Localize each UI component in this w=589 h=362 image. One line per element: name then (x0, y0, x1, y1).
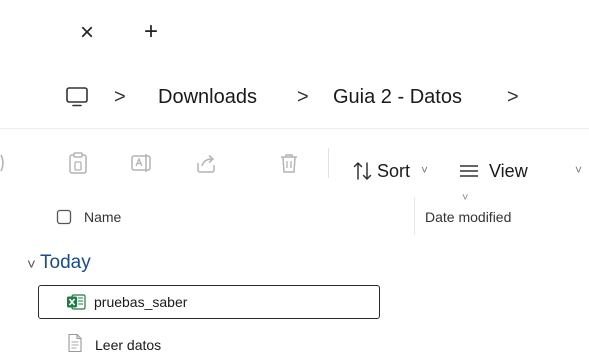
file-row-pruebas-saber[interactable]: pruebas_saber (38, 285, 380, 319)
delete-icon[interactable] (277, 151, 301, 175)
column-header-name[interactable]: Name (84, 208, 121, 226)
sort-icon[interactable] (352, 160, 374, 182)
view-button[interactable]: View (489, 160, 528, 182)
select-all-checkbox[interactable] (56, 209, 72, 225)
breadcrumb-separator[interactable]: > (507, 84, 519, 110)
breadcrumb-downloads[interactable]: Downloads (158, 84, 257, 110)
rename-icon[interactable] (130, 151, 154, 175)
column-header-date-modified[interactable]: Date modified (425, 208, 511, 226)
chevron-down-icon: ˅ (462, 192, 469, 204)
file-name[interactable]: Leer datos (95, 336, 161, 354)
sort-button[interactable]: Sort (377, 160, 410, 182)
chevron-down-icon[interactable]: ˅ (421, 161, 428, 179)
toolbar-separator (328, 148, 329, 178)
breadcrumb-separator: > (114, 86, 126, 108)
breadcrumb-guia-2-datos[interactable]: Guia 2 - Datos (333, 84, 462, 110)
monitor-icon[interactable] (64, 84, 90, 110)
chevron-down-icon[interactable]: ˅ (575, 161, 582, 179)
close-tab-button[interactable]: × (76, 20, 98, 46)
new-icon[interactable] (0, 150, 10, 176)
file-row-leer-datos[interactable]: Leer datos (38, 328, 380, 362)
new-tab-button[interactable]: + (140, 19, 162, 45)
column-separator[interactable] (414, 197, 415, 235)
share-icon[interactable] (194, 151, 218, 175)
group-collapse-chevron-icon[interactable]: ˅ (27, 256, 36, 274)
breadcrumb-separator: > (297, 86, 309, 108)
address-bar[interactable]: > Downloads > Guia 2 - Datos > (0, 64, 589, 128)
view-icon[interactable] (458, 161, 480, 181)
group-header-today[interactable]: Today (40, 251, 91, 275)
excel-icon (67, 294, 86, 310)
tab-strip: × + (0, 0, 589, 64)
paste-icon[interactable] (66, 151, 90, 175)
text-file-icon (68, 333, 82, 353)
file-name[interactable]: pruebas_saber (94, 293, 187, 311)
